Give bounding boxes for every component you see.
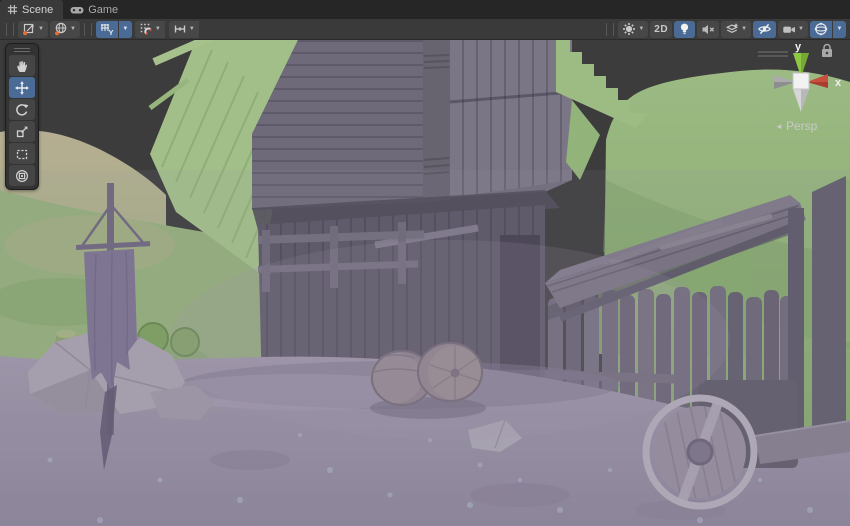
gizmo-front-axis-cone[interactable] bbox=[793, 89, 809, 112]
audio-toggle-button[interactable] bbox=[697, 21, 719, 38]
scale-icon bbox=[15, 125, 29, 139]
rect-icon bbox=[15, 147, 29, 161]
overlay-drag-handle[interactable] bbox=[6, 23, 14, 36]
tab-scene-label: Scene bbox=[22, 4, 53, 16]
snap-increment-button[interactable]: ▼ bbox=[169, 21, 199, 38]
hand-icon bbox=[15, 59, 29, 73]
camera-settings-button[interactable]: ▼ bbox=[778, 21, 808, 38]
rect-tool[interactable] bbox=[9, 143, 35, 164]
pivot-icon bbox=[22, 22, 36, 36]
scene-lighting-button[interactable] bbox=[674, 21, 695, 38]
camera-icon bbox=[782, 23, 796, 36]
grid-snap-magnet-icon bbox=[139, 22, 153, 36]
snap-to-grid-button[interactable]: ▼ bbox=[135, 21, 165, 38]
globe-icon bbox=[54, 22, 68, 36]
tab-game-label: Game bbox=[88, 4, 118, 16]
shaded-sun-icon bbox=[622, 22, 636, 36]
gizmo-center-cube[interactable] bbox=[793, 73, 809, 89]
tab-game[interactable]: Game bbox=[63, 0, 128, 19]
snap-increment-icon bbox=[173, 22, 187, 36]
chevron-down-icon: ▼ bbox=[638, 26, 644, 32]
chevron-down-icon: ▼ bbox=[155, 26, 161, 32]
gizmo-overlay-handle[interactable] bbox=[758, 52, 788, 56]
scene-visibility-button[interactable] bbox=[753, 21, 776, 38]
scene-render bbox=[0, 40, 850, 526]
projection-toggle[interactable]: ◄ Persp bbox=[775, 119, 818, 133]
rotate-icon bbox=[15, 103, 29, 117]
transform-tool[interactable] bbox=[9, 165, 35, 186]
chevron-down-icon: ▼ bbox=[798, 26, 804, 32]
view-hand-tool[interactable] bbox=[9, 55, 35, 76]
scene-grid-icon bbox=[7, 4, 18, 15]
grid-visibility-dropdown[interactable]: ▼ bbox=[119, 21, 132, 38]
back-arrow-icon: ◄ bbox=[775, 122, 783, 131]
tools-overlay-handle[interactable] bbox=[7, 45, 37, 54]
2d-mode-button[interactable]: 2D bbox=[650, 21, 672, 38]
tab-scene[interactable]: Scene bbox=[0, 0, 63, 19]
gizmo-sphere-icon bbox=[814, 22, 828, 36]
scene-viewport[interactable]: y x ◄ Persp bbox=[0, 40, 850, 526]
chevron-down-icon: ▼ bbox=[741, 26, 747, 32]
gizmo-x-label: x bbox=[835, 77, 842, 89]
overlay-drag-handle[interactable] bbox=[84, 23, 92, 36]
effects-layers-icon bbox=[725, 22, 739, 36]
tools-overlay bbox=[5, 43, 39, 190]
gamepad-icon bbox=[70, 5, 84, 15]
move-tool[interactable] bbox=[9, 77, 35, 98]
chevron-down-icon: ▼ bbox=[70, 26, 76, 32]
chevron-down-icon: ▼ bbox=[38, 26, 44, 32]
effects-button[interactable]: ▼ bbox=[721, 21, 751, 38]
lock-icon[interactable] bbox=[822, 45, 832, 58]
draw-mode-button[interactable]: ▼ bbox=[618, 21, 648, 38]
audio-muted-icon bbox=[701, 23, 715, 36]
2d-mode-label: 2D bbox=[654, 24, 668, 35]
scene-toolbar: ▼ ▼ Y ▼ ▼ ▼ ▼ bbox=[0, 19, 850, 40]
gizmos-dropdown[interactable]: ▼ bbox=[833, 21, 846, 38]
handle-position-pivot-button[interactable]: ▼ bbox=[18, 21, 48, 38]
light-bulb-icon bbox=[678, 22, 691, 36]
gizmos-button[interactable] bbox=[810, 21, 832, 38]
chevron-down-icon: ▼ bbox=[189, 26, 195, 32]
tab-bar: Scene Game bbox=[0, 0, 850, 19]
unity-scene-view-window: { "tabs": [ {"label": "Scene", "active":… bbox=[0, 0, 850, 526]
projection-label: Persp bbox=[786, 119, 818, 133]
gizmo-y-label: y bbox=[795, 41, 802, 53]
grid-axis-y-icon: Y bbox=[100, 22, 114, 36]
svg-text:Y: Y bbox=[108, 28, 113, 36]
eye-slash-icon bbox=[757, 22, 772, 36]
overlay-drag-handle[interactable] bbox=[606, 23, 614, 36]
grid-visibility-button[interactable]: Y bbox=[96, 21, 118, 38]
orientation-gizmo-overlay: y x ◄ Persp bbox=[748, 40, 850, 140]
handle-rotation-global-button[interactable]: ▼ bbox=[50, 21, 80, 38]
gizmo-x-axis-cone[interactable] bbox=[807, 74, 828, 88]
transform-icon bbox=[15, 169, 29, 183]
scale-tool[interactable] bbox=[9, 121, 35, 142]
move-arrows-icon bbox=[15, 81, 29, 95]
rotate-tool[interactable] bbox=[9, 99, 35, 120]
